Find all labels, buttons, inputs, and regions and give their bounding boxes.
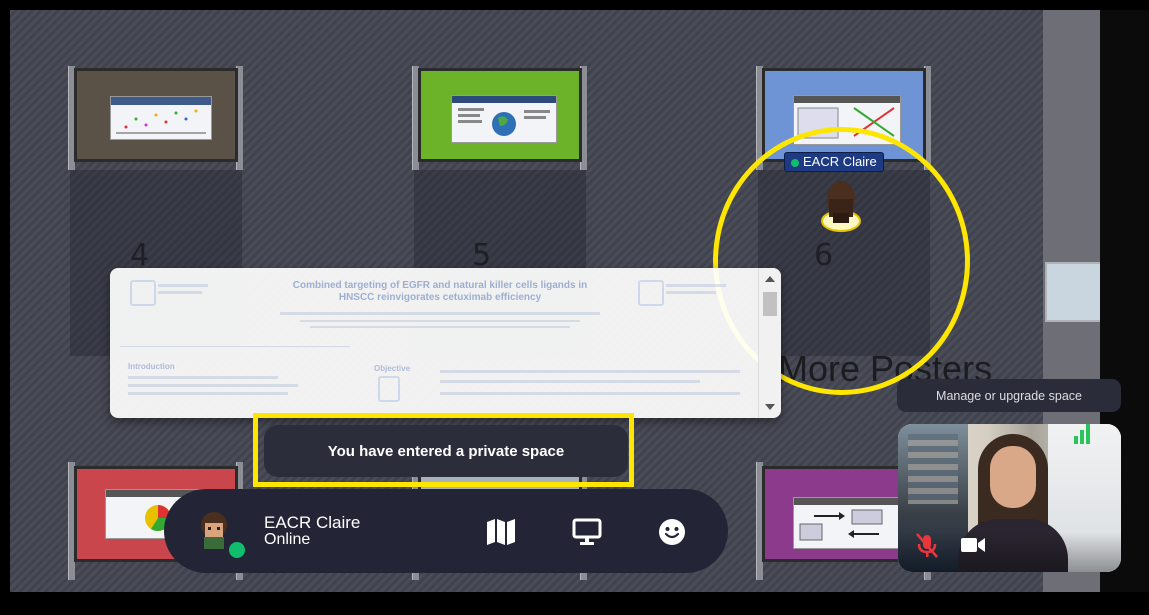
institution-logo <box>130 280 156 306</box>
manage-space-tooltip: Manage or upgrade space <box>897 379 1121 412</box>
poster-globe-graphic <box>452 96 556 136</box>
objective-icon <box>378 376 400 402</box>
section-heading: Objective <box>374 364 411 373</box>
body-line <box>128 392 288 395</box>
screen-share-icon <box>572 518 602 545</box>
poster-thumbnail[interactable] <box>110 96 212 140</box>
body-line <box>440 392 740 395</box>
affiliation-line <box>310 326 570 328</box>
map-icon <box>487 519 515 545</box>
poster-scatter-graphic <box>111 97 211 134</box>
institution-logo <box>638 280 664 306</box>
online-status-dot <box>226 539 248 561</box>
scroll-thumb[interactable] <box>763 292 777 316</box>
body-line <box>128 376 278 379</box>
self-video-tile[interactable] <box>898 424 1121 572</box>
logo-text <box>666 291 716 294</box>
bottom-letterbox <box>0 592 1149 615</box>
user-name: EACR Claire <box>264 513 361 532</box>
body-line <box>128 384 298 387</box>
poster-title: Combined targeting of EGFR and natural k… <box>292 280 588 303</box>
logo-text <box>158 291 202 294</box>
video-background <box>908 434 958 504</box>
affiliation-line <box>300 320 580 322</box>
authors-line <box>280 312 600 315</box>
scroll-down-icon[interactable] <box>765 404 775 410</box>
highlight-box <box>253 413 634 487</box>
window <box>1045 262 1103 322</box>
poster-thumbnail[interactable] <box>793 497 899 549</box>
emote-button[interactable] <box>655 515 689 549</box>
scroll-up-icon[interactable] <box>765 276 775 282</box>
game-viewport[interactable]: 4 5 6 More Posters EACR Claire Combined … <box>0 0 1149 615</box>
poster-flow-graphic <box>794 498 898 541</box>
camera-icon[interactable] <box>958 530 988 560</box>
mic-muted-icon[interactable] <box>912 530 942 560</box>
section-heading: Introduction <box>128 362 175 371</box>
logo-text <box>158 284 208 287</box>
bottom-control-bar: EACR Claire Online <box>164 489 728 573</box>
body-line <box>440 370 740 373</box>
screen-share-button[interactable] <box>570 515 604 549</box>
poster-preview-popup[interactable]: Combined targeting of EGFR and natural k… <box>110 268 781 418</box>
poster-board <box>74 68 238 162</box>
poster-board <box>418 68 582 162</box>
user-status: Online <box>264 531 311 548</box>
logo-text <box>666 284 726 287</box>
participant-video <box>990 446 1036 508</box>
body-line <box>440 380 700 383</box>
poster-thumbnail[interactable] <box>451 95 557 143</box>
emoji-icon <box>659 519 685 545</box>
divider <box>120 346 350 347</box>
map-button[interactable] <box>484 515 518 549</box>
popup-scrollbar[interactable] <box>758 268 781 418</box>
